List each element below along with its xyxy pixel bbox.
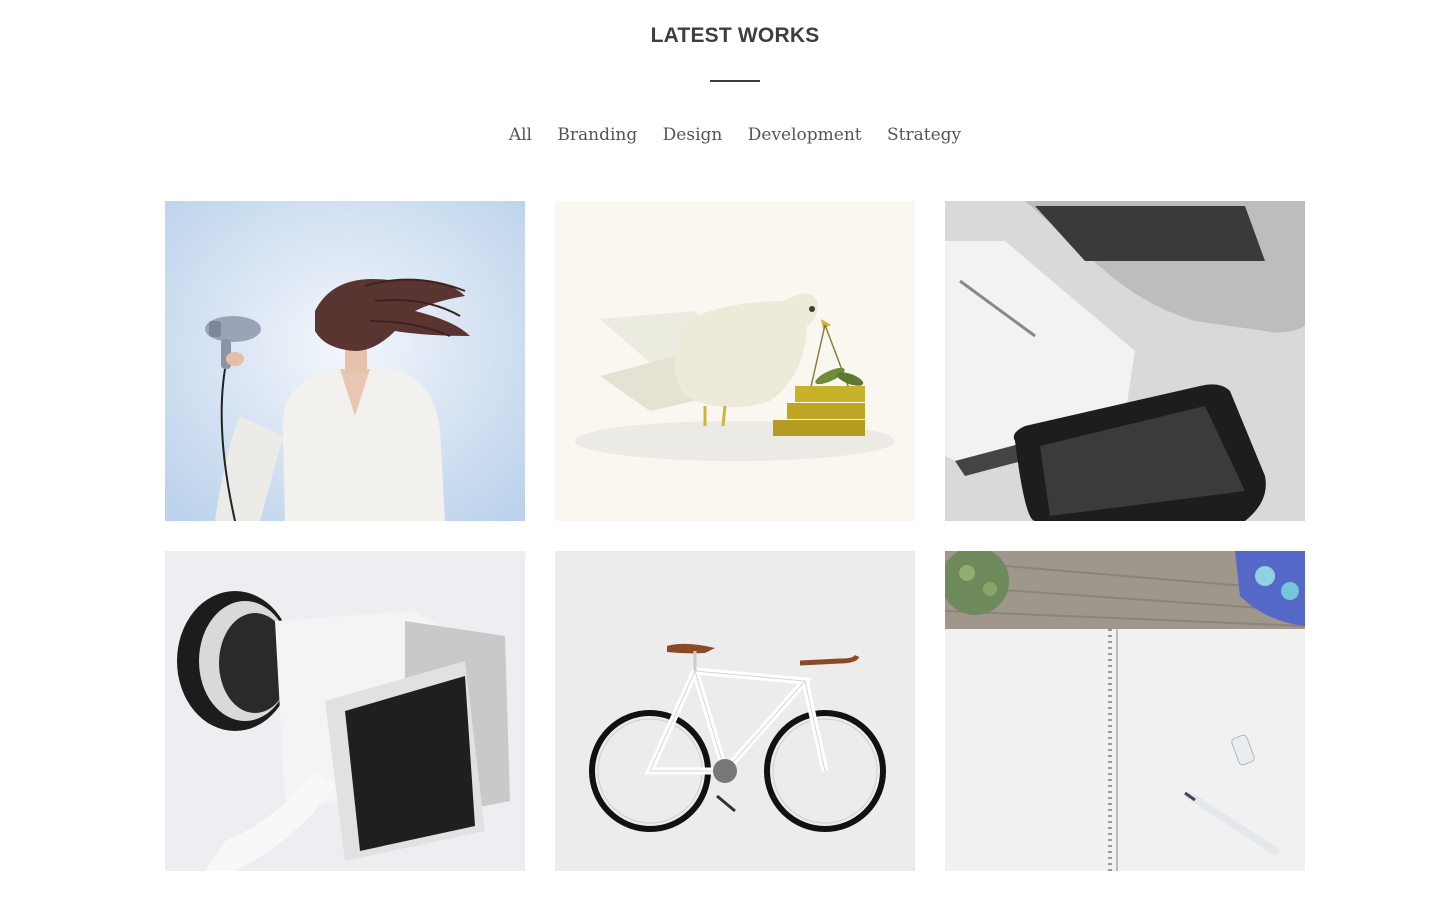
portfolio-filters: All Branding Design Development Strategy xyxy=(0,125,1447,145)
filter-design[interactable]: Design xyxy=(663,125,723,145)
filter-development[interactable]: Development xyxy=(748,125,862,145)
title-divider xyxy=(710,80,760,82)
work-item-camera[interactable] xyxy=(165,551,525,871)
notebook-image xyxy=(945,551,1305,871)
desk-devices-image xyxy=(945,201,1305,521)
work-item-notebook[interactable] xyxy=(945,551,1305,871)
filter-strategy[interactable]: Strategy xyxy=(887,125,961,145)
dove-illustration-image xyxy=(555,201,915,521)
hair-dryer-image xyxy=(165,201,525,521)
section-title: LATEST WORKS xyxy=(650,24,820,47)
portfolio-grid xyxy=(165,201,1305,871)
work-item-desk-devices[interactable] xyxy=(945,201,1305,521)
latest-works-section: LATEST WORKS All Branding Design Develop… xyxy=(0,0,1447,897)
work-item-hair-dryer[interactable] xyxy=(165,201,525,521)
bicycle-image xyxy=(555,551,915,871)
work-item-dove-illustration[interactable] xyxy=(555,201,915,521)
work-item-bicycle[interactable] xyxy=(555,551,915,871)
filter-all[interactable]: All xyxy=(509,125,532,145)
filter-branding[interactable]: Branding xyxy=(557,125,637,145)
camera-image xyxy=(165,551,525,871)
